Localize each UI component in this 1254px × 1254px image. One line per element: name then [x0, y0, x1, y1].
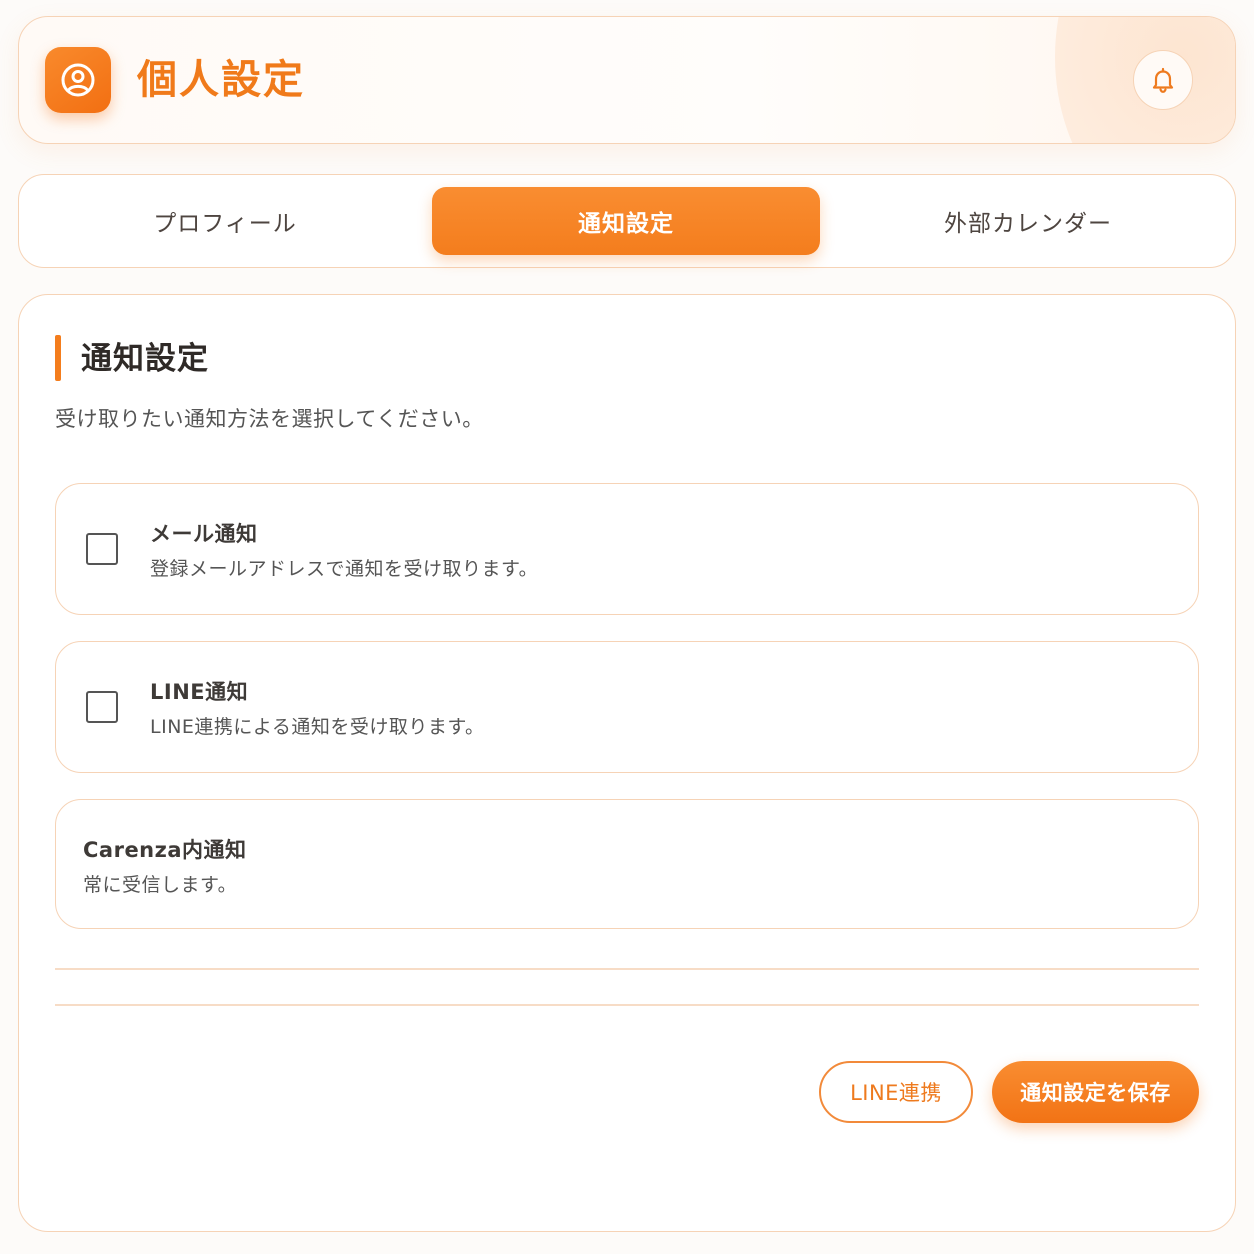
in-app-notification-option: Carenza内通知 常に受信します。 [55, 799, 1199, 929]
section-description: 受け取りたい通知方法を選択してください。 [55, 407, 484, 431]
divider [55, 1004, 1199, 1006]
option-description: 常に受信します。 [83, 874, 238, 896]
tab-notification-settings[interactable]: 通知設定 [432, 187, 820, 255]
notification-settings-panel: 通知設定 受け取りたい通知方法を選択してください。 メール通知 登録メールアドレ… [18, 294, 1236, 1232]
email-notification-checkbox[interactable] [86, 533, 118, 565]
user-circle-icon [45, 47, 111, 113]
option-title: Carenza内通知 [83, 838, 247, 862]
bell-icon [1152, 67, 1174, 93]
tab-profile[interactable]: プロフィール [31, 187, 419, 255]
line-link-button[interactable]: LINE連携 [819, 1061, 973, 1123]
page-title: 個人設定 [137, 57, 305, 103]
notifications-button[interactable] [1133, 50, 1193, 110]
option-description: LINE連携による通知を受け取ります。 [150, 716, 485, 738]
line-notification-checkbox[interactable] [86, 691, 118, 723]
option-title: LINE通知 [150, 680, 249, 704]
section-accent-bar [55, 335, 61, 381]
email-notification-option[interactable]: メール通知 登録メールアドレスで通知を受け取ります。 [55, 483, 1199, 615]
divider [55, 968, 1199, 970]
option-description: 登録メールアドレスで通知を受け取ります。 [150, 558, 539, 580]
save-notification-settings-button[interactable]: 通知設定を保存 [992, 1061, 1199, 1123]
line-notification-option[interactable]: LINE通知 LINE連携による通知を受け取ります。 [55, 641, 1199, 773]
option-title: メール通知 [150, 522, 258, 546]
settings-tabs: プロフィール 通知設定 外部カレンダー [18, 174, 1236, 268]
tab-external-calendar[interactable]: 外部カレンダー [834, 187, 1222, 255]
page-header: 個人設定 [18, 16, 1236, 144]
section-title: 通知設定 [81, 341, 209, 377]
